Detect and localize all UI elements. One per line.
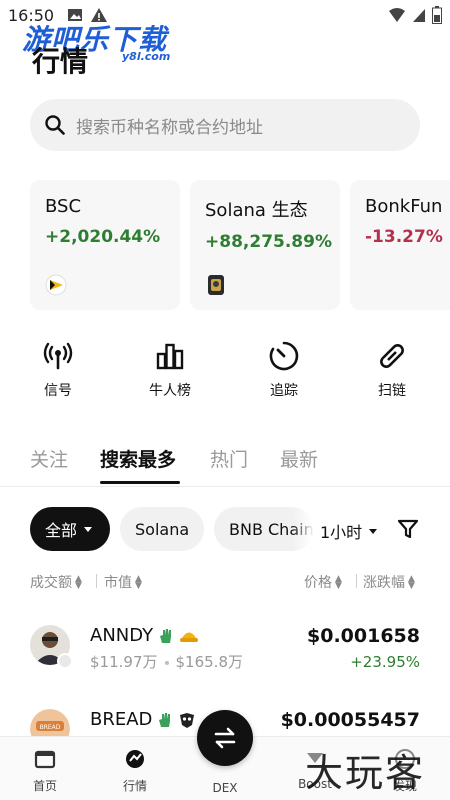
watermark-url: y8l.com (122, 50, 171, 63)
svg-text:BREAD: BREAD (40, 724, 61, 731)
search-input[interactable]: 搜索币种名称或合约地址 (30, 99, 420, 151)
column-headers: 成交额 ▲ ▼ 市值 ▲ ▼ 价格 ▲ ▼ 涨跌幅 ▲ ▼ (30, 572, 420, 592)
chain-badge-icon (57, 653, 73, 669)
swap-icon (214, 727, 236, 749)
bread-avatar: BREAD (30, 709, 70, 736)
chevron-down-icon (84, 526, 93, 532)
chip-solana[interactable]: Solana (120, 507, 204, 551)
wallet-icon (34, 750, 56, 769)
column-label: 涨跌幅 (363, 575, 405, 591)
nav-label: 行情 (122, 779, 147, 793)
quick-action-label: 扫链 (378, 383, 406, 399)
nav-market[interactable]: 行情 (95, 747, 175, 794)
system-icons (388, 6, 442, 24)
sort-volume[interactable]: 成交额 ▲ ▼ (30, 572, 82, 592)
quick-action-track[interactable]: 追踪 (244, 340, 324, 400)
active-tab-indicator (100, 481, 180, 484)
sort-price[interactable]: 价格 ▲ ▼ (304, 572, 342, 592)
column-label: 价格 (304, 575, 332, 591)
chevron-down-icon (369, 528, 378, 534)
column-label: 成交额 (30, 575, 72, 591)
chip-label: Solana (135, 519, 190, 539)
chip-label: 全部 (45, 521, 78, 540)
card-title: BonkFun (365, 196, 443, 217)
column-label: 市值 (104, 575, 132, 591)
leaderboard-icon (156, 343, 184, 370)
sector-cards: BSC +2,020.44% Solana 生态 +88,275.89% Bon… (30, 180, 450, 310)
sort-icon: ▲ ▼ (335, 574, 342, 591)
card-change: +2,020.44% (45, 227, 161, 247)
battery-icon (432, 6, 442, 24)
token-stats: $11.97万 $165.8万 (90, 651, 243, 672)
card-change: -13.27% (365, 227, 443, 247)
watermark-bottom: 大玩客 (305, 751, 426, 795)
token-name: ANNDY (90, 625, 199, 646)
token-market-cap: $165.8万 (175, 653, 244, 671)
wifi-icon (389, 8, 405, 22)
dex-swap-button[interactable] (197, 710, 253, 766)
tabs-divider (0, 486, 450, 487)
quick-action-label: 追踪 (270, 383, 298, 399)
hand-badge-icon (159, 712, 171, 727)
card-title: BSC (45, 196, 82, 217)
chain-filter-chips: 全部 Solana BNB Chain 1小时 (30, 507, 450, 551)
quick-action-signal[interactable]: 信号 (18, 340, 98, 400)
sort-icon: ▲ ▼ (408, 574, 415, 591)
nav-label: 首页 (32, 779, 57, 793)
card-title: Solana 生态 (205, 200, 308, 221)
timeframe-select[interactable]: 1小时 (320, 519, 378, 543)
column-separator (96, 574, 97, 588)
sort-icon: ▲ ▼ (75, 574, 82, 591)
search-icon (45, 115, 65, 135)
separator-dot (164, 660, 169, 665)
signal-icon (43, 342, 73, 370)
token-price: $0.001658 (307, 625, 420, 647)
hand-badge-icon (160, 628, 172, 643)
tab-following[interactable]: 关注 (30, 445, 68, 472)
nav-home[interactable]: 首页 (5, 747, 85, 794)
search-placeholder: 搜索币种名称或合约地址 (76, 117, 263, 138)
quick-action-leaderboard[interactable]: 牛人榜 (130, 340, 210, 400)
sector-card-bonkfun[interactable]: BonkFun -13.27% (350, 180, 450, 310)
sort-icon: ▲ ▼ (135, 574, 142, 591)
token-change: +23.95% (350, 653, 420, 671)
signal-strength-icon (413, 9, 425, 22)
timeframe-value: 1小时 (320, 523, 363, 542)
sort-change[interactable]: 涨跌幅 ▲ ▼ (363, 572, 415, 592)
quick-action-label: 牛人榜 (149, 383, 191, 399)
bsc-token-icon (45, 274, 67, 296)
quick-actions: 信号 牛人榜 追踪 扫链 (0, 340, 450, 404)
page-title: 行情 (32, 45, 89, 78)
token-price: $0.00055457 (280, 709, 420, 731)
chip-fade (292, 507, 314, 551)
card-change: +88,275.89% (205, 232, 332, 252)
market-icon (126, 750, 144, 768)
token-name: BREAD (90, 709, 196, 730)
sector-card-bsc[interactable]: BSC +2,020.44% (30, 180, 180, 310)
token-row[interactable]: ANNDY $11.97万 $165.8万 $0.001658 +23.95% (30, 625, 420, 681)
timer-icon (269, 341, 299, 371)
nav-label: DEX (212, 781, 238, 795)
column-separator (356, 574, 357, 588)
mask-badge-icon (180, 712, 195, 728)
filter-icon[interactable] (397, 518, 419, 540)
tab-most-searched[interactable]: 搜索最多 (100, 445, 176, 472)
solana-token-icon (208, 275, 224, 295)
nav-dex[interactable]: DEX (185, 775, 265, 795)
token-symbol: ANNDY (90, 625, 154, 646)
tab-newest[interactable]: 最新 (280, 445, 318, 472)
tab-hot[interactable]: 热门 (210, 445, 248, 472)
sector-card-solana[interactable]: Solana 生态 +88,275.89% (190, 180, 340, 310)
quick-action-label: 信号 (44, 383, 72, 399)
scan-chain-icon (380, 344, 404, 368)
token-volume: $11.97万 (90, 653, 158, 671)
quick-action-scan-chain[interactable]: 扫链 (352, 340, 432, 400)
hat-badge-icon (180, 632, 199, 642)
token-symbol: BREAD (90, 709, 153, 730)
chip-all[interactable]: 全部 (30, 507, 110, 551)
sort-market-cap[interactable]: 市值 ▲ ▼ (104, 572, 142, 592)
